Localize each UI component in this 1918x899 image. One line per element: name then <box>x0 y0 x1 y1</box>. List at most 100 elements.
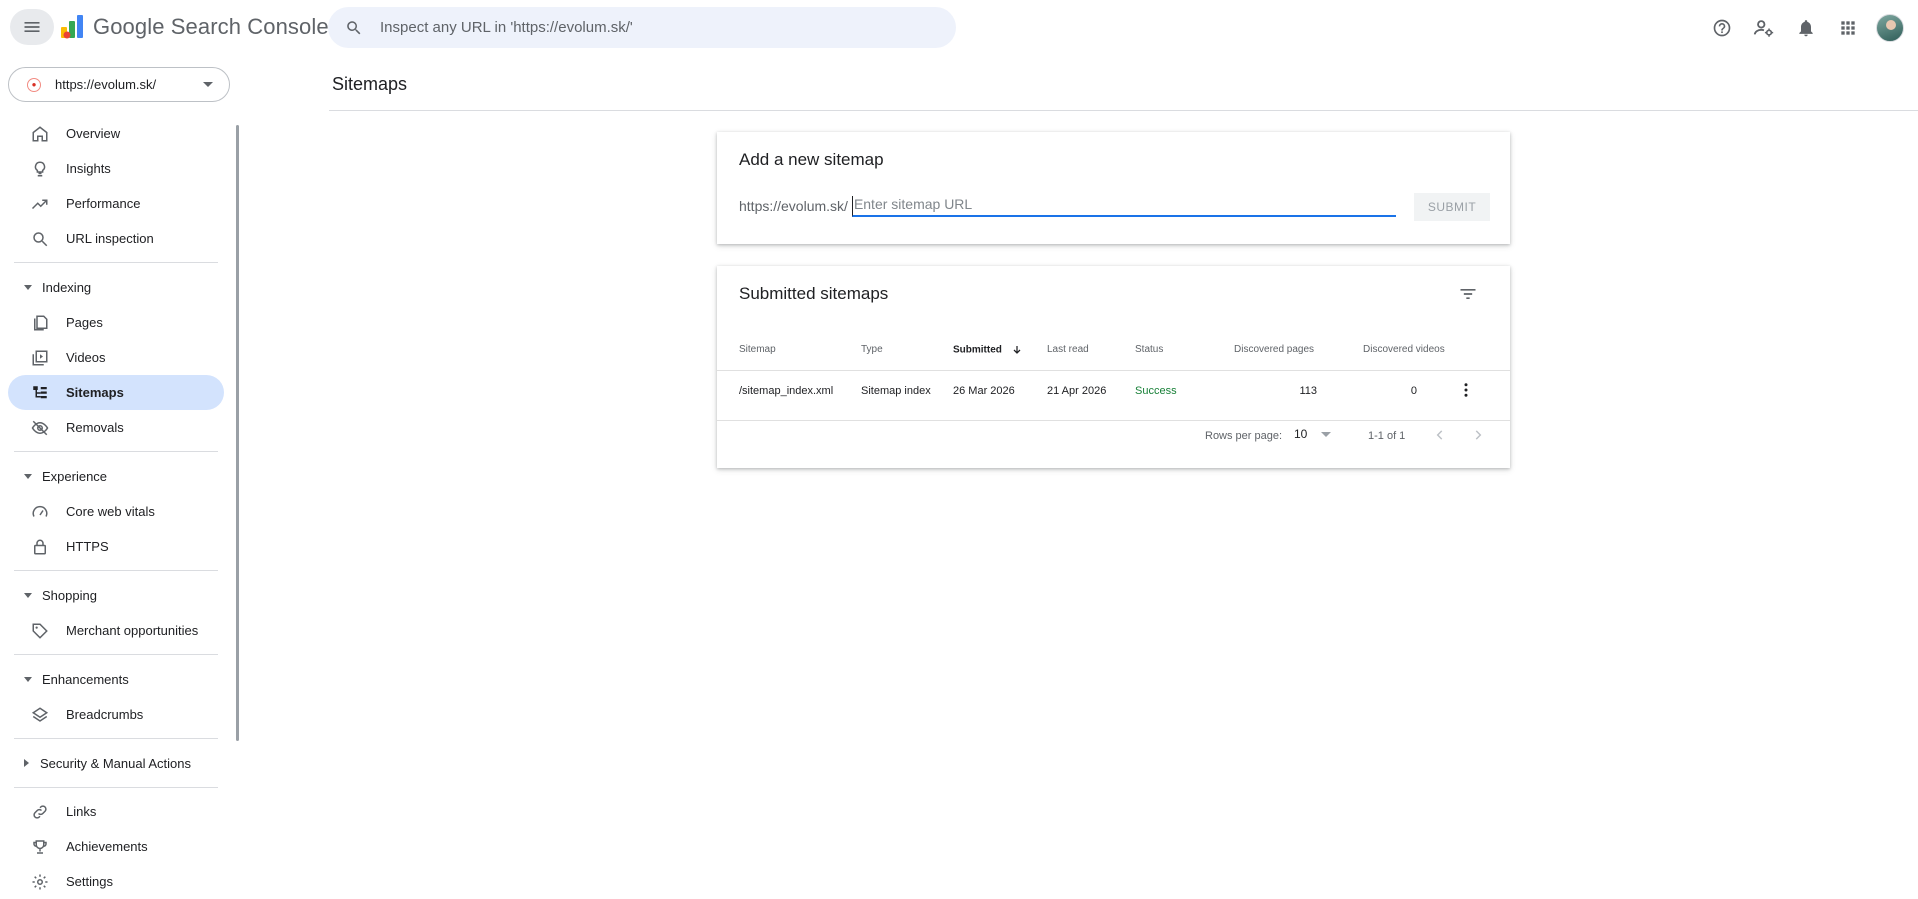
chevron-left-icon <box>1436 430 1443 440</box>
sidebar-item-https[interactable]: HTTPS <box>8 529 224 564</box>
cell-submitted: 26 Mar 2026 <box>953 385 1015 397</box>
rows-per-page-value: 10 <box>1294 427 1308 441</box>
sidebar-item-merchant-opportunities[interactable]: Merchant opportunities <box>8 613 224 648</box>
section-label: Shopping <box>42 587 97 603</box>
layers-icon <box>30 705 50 725</box>
url-inspection-search[interactable] <box>328 7 956 48</box>
cell-sitemap[interactable]: /sitemap_index.xml <box>739 385 833 397</box>
column-header-discovered-pages[interactable]: Discovered pages <box>1234 344 1314 355</box>
apps-grid-icon[interactable] <box>1828 8 1868 48</box>
sidebar-section-enhancements[interactable]: Enhancements <box>0 661 232 697</box>
manage-accounts-icon[interactable] <box>1744 8 1784 48</box>
sidebar-item-label: Links <box>66 804 97 819</box>
main-menu-button[interactable] <box>10 9 54 45</box>
hamburger-menu-icon <box>24 22 40 32</box>
sidebar-item-label: Removals <box>66 420 124 435</box>
submit-button[interactable]: SUBMIT <box>1414 193 1490 221</box>
sidebar-item-insights[interactable]: Insights <box>8 151 224 186</box>
sidebar-item-achievements[interactable]: Achievements <box>8 829 224 864</box>
previous-page-button[interactable] <box>1428 423 1452 447</box>
rows-per-page-label: Rows per page: <box>1205 430 1283 442</box>
trophy-icon <box>30 837 50 857</box>
visibility-off-icon <box>30 418 50 438</box>
property-url: https://evolum.sk/ <box>55 77 157 92</box>
sidebar-item-removals[interactable]: Removals <box>8 410 224 445</box>
search-icon <box>30 229 50 249</box>
row-divider <box>717 420 1510 421</box>
sidebar-item-label: Videos <box>66 350 106 365</box>
sidebar-item-settings[interactable]: Settings <box>8 864 224 899</box>
sitemap-icon <box>30 383 50 403</box>
section-label: Enhancements <box>42 671 129 687</box>
add-sitemap-row: https://evolum.sk/ <box>739 196 1396 217</box>
pages-icon <box>30 313 50 333</box>
search-console-logo[interactable]: Google Search Console <box>59 13 329 41</box>
sitemap-url-prefix: https://evolum.sk/ <box>739 198 848 214</box>
sidebar-item-label: Insights <box>66 161 111 176</box>
section-label: Security & Manual Actions <box>40 755 192 771</box>
sidebar-item-sitemaps[interactable]: Sitemaps <box>8 375 224 410</box>
sidebar-item-label: Performance <box>66 196 141 211</box>
sidebar-item-overview[interactable]: Overview <box>8 116 224 151</box>
sidebar-item-label: Achievements <box>66 839 148 854</box>
account-avatar[interactable] <box>1876 14 1904 42</box>
sidebar-divider <box>14 262 218 263</box>
expand-arrow-icon <box>24 473 32 479</box>
sidebar-divider <box>14 738 218 739</box>
home-icon <box>30 124 50 144</box>
notifications-icon[interactable] <box>1786 8 1826 48</box>
lightbulb-icon <box>30 159 50 179</box>
sidebar-divider <box>14 787 218 788</box>
chevron-down-icon <box>1321 431 1332 437</box>
sidebar-item-performance[interactable]: Performance <box>8 186 224 221</box>
sidebar-item-core-web-vitals[interactable]: Core web vitals <box>8 494 224 529</box>
search-input[interactable] <box>380 19 940 36</box>
sidebar-item-label: Pages <box>66 315 103 330</box>
sidebar-item-label: Merchant opportunities <box>66 623 199 638</box>
sidebar-item-label: Breadcrumbs <box>66 707 144 722</box>
sidebar-divider <box>14 570 218 571</box>
column-header-type[interactable]: Type <box>861 344 883 355</box>
property-selector[interactable]: ● https://evolum.sk/ <box>8 67 230 102</box>
sidebar-section-shopping[interactable]: Shopping <box>0 577 232 613</box>
column-header-discovered-videos[interactable]: Discovered videos <box>1363 344 1445 355</box>
section-label: Experience <box>42 468 108 484</box>
title-divider <box>329 110 1918 111</box>
sidebar-item-url-inspection[interactable]: URL inspection <box>8 221 224 256</box>
more-options-icon[interactable] <box>1454 378 1478 402</box>
lock-icon <box>30 537 50 557</box>
section-label: Indexing <box>42 279 92 295</box>
sidebar-item-links[interactable]: Links <box>8 794 224 829</box>
sidebar-item-label: Settings <box>66 874 113 889</box>
sidebar-section-indexing[interactable]: Indexing <box>0 269 232 305</box>
cell-last-read: 21 Apr 2026 <box>1047 385 1107 397</box>
submitted-sitemaps-title: Submitted sitemaps <box>739 284 889 303</box>
sidebar-item-pages[interactable]: Pages <box>8 305 224 340</box>
filter-icon[interactable] <box>1456 282 1480 306</box>
sidebar-section-experience[interactable]: Experience <box>0 458 232 494</box>
column-header-last-read[interactable]: Last read <box>1047 344 1089 355</box>
tag-icon <box>30 621 50 641</box>
sitemap-url-input[interactable] <box>851 196 1396 217</box>
rows-per-page-select[interactable]: 10 <box>1294 427 1332 441</box>
pagination-range: 1-1 of 1 <box>1368 430 1406 442</box>
expand-arrow-icon <box>24 592 32 598</box>
sidebar-item-label: URL inspection <box>66 231 154 246</box>
page-title: Sitemaps <box>332 74 408 94</box>
add-sitemap-title: Add a new sitemap <box>739 150 884 169</box>
column-header-label: Submitted <box>953 344 1002 356</box>
sidebar-divider <box>14 654 218 655</box>
sidebar-divider <box>14 451 218 452</box>
sidebar-item-videos[interactable]: Videos <box>8 340 224 375</box>
property-favicon-icon: ● <box>27 77 41 92</box>
column-header-sitemap[interactable]: Sitemap <box>739 344 776 355</box>
help-icon[interactable] <box>1702 8 1742 48</box>
sidebar-section-security[interactable]: Security & Manual Actions <box>0 745 232 781</box>
sidebar-item-breadcrumbs[interactable]: Breadcrumbs <box>8 697 224 732</box>
gear-icon <box>30 872 50 892</box>
sidebar-item-label: Overview <box>66 126 121 141</box>
sidebar-scrollbar[interactable] <box>236 125 239 741</box>
next-page-button[interactable] <box>1466 423 1490 447</box>
column-header-status[interactable]: Status <box>1135 344 1163 355</box>
column-header-submitted[interactable]: Submitted <box>953 344 1023 356</box>
